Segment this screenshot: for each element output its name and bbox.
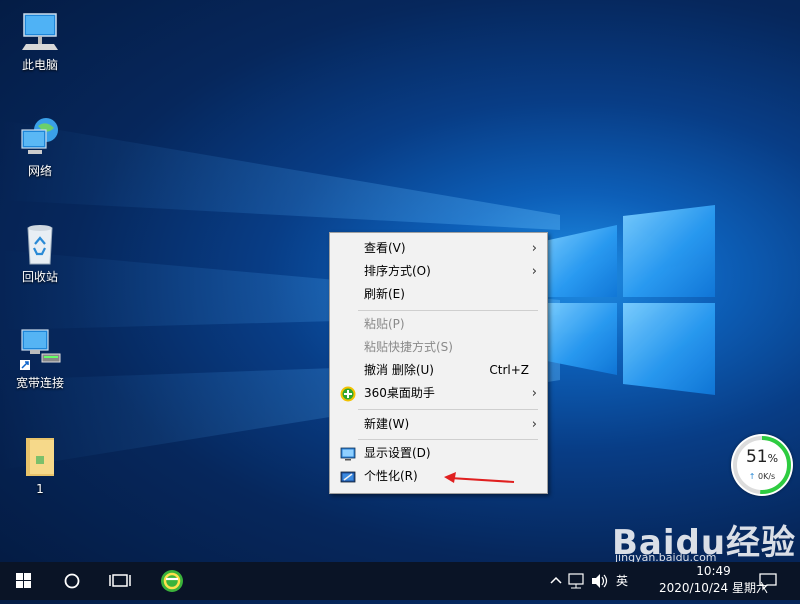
start-button[interactable]	[0, 562, 48, 600]
display-settings-icon	[340, 446, 356, 462]
taskbar-app-360-browser[interactable]	[148, 562, 196, 600]
speaker-icon	[592, 574, 608, 588]
desktop-icon-broadband[interactable]: 宽带连接	[8, 328, 72, 390]
chevron-right-icon: ›	[531, 264, 537, 279]
menu-item-paste-shortcut: 粘贴快捷方式(S)	[330, 336, 547, 359]
desktop-context-menu: 查看(V) › 排序方式(O) › 刷新(E) 粘贴(P) 粘贴快捷方式(S) …	[329, 232, 548, 494]
chevron-right-icon: ›	[531, 386, 537, 401]
broadband-connection-icon	[18, 328, 62, 372]
desktop-icon-this-pc[interactable]: 此电脑	[8, 10, 72, 72]
personalize-icon	[340, 469, 356, 485]
cortana-button[interactable]	[48, 562, 96, 600]
menu-separator	[358, 439, 538, 440]
network-icon	[18, 116, 62, 160]
desktop-icon-recycle-bin[interactable]: 回收站	[8, 222, 72, 284]
menu-item-360-assistant[interactable]: 360桌面助手 ›	[330, 382, 547, 405]
tray-network-button[interactable]	[566, 562, 588, 600]
recycle-bin-icon	[18, 222, 62, 266]
desktop-icon-label: 此电脑	[21, 58, 58, 72]
annotation-arrow-icon	[444, 472, 515, 483]
baidu-watermark: Baidu经验 jingyan.baidu.com	[612, 515, 797, 564]
clock-date: 2020/10/24 星期六	[659, 581, 768, 595]
menu-item-label: 新建(W)	[364, 417, 410, 431]
taskbar: 英 10:49 2020/10/24 星期六	[0, 562, 800, 600]
action-center-button[interactable]	[756, 562, 780, 600]
folder-icon	[18, 434, 62, 478]
menu-item-shortcut: Ctrl+Z	[489, 363, 529, 377]
chevron-right-icon: ›	[531, 417, 537, 432]
menu-item-label: 360桌面助手	[364, 386, 435, 400]
notification-icon	[759, 573, 777, 591]
desktop-icon-label: 回收站	[21, 270, 58, 284]
menu-item-label: 显示设置(D)	[364, 446, 431, 460]
task-view-button[interactable]	[96, 562, 144, 600]
gauge-percent: 51%	[745, 447, 779, 467]
menu-item-paste: 粘贴(P)	[330, 313, 547, 336]
computer-icon	[18, 10, 62, 54]
cortana-circle-icon	[64, 573, 80, 589]
windows-start-icon	[16, 573, 31, 588]
desktop-icon-network[interactable]: 网络	[8, 116, 72, 178]
menu-separator	[358, 409, 538, 410]
menu-item-label: 刷新(E)	[364, 287, 405, 301]
desktop-icon-folder[interactable]: 1	[8, 434, 72, 496]
menu-item-undo-delete[interactable]: 撤消 删除(U) Ctrl+Z	[330, 359, 547, 382]
desktop-icon-label: 网络	[27, 164, 52, 178]
menu-item-label: 粘贴(P)	[364, 317, 405, 331]
windows-wallpaper-logo	[545, 205, 720, 405]
task-view-icon	[109, 574, 131, 587]
desktop-icon-label: 宽带连接	[15, 376, 64, 390]
gauge-speed: ↑ 0K/s	[748, 472, 776, 481]
menu-item-label: 撤消 删除(U)	[364, 363, 434, 377]
menu-item-label: 粘贴快捷方式(S)	[364, 340, 453, 354]
chevron-right-icon: ›	[531, 241, 537, 256]
menu-item-label: 查看(V)	[364, 241, 406, 255]
clock-time: 10:49	[696, 564, 731, 578]
menu-item-display-settings[interactable]: 显示设置(D)	[330, 442, 547, 465]
menu-item-sort-by[interactable]: 排序方式(O) ›	[330, 260, 547, 283]
360-assistant-icon	[340, 386, 356, 402]
network-tray-icon	[568, 573, 584, 589]
desktop-icon-label: 1	[36, 482, 44, 496]
upload-arrow-icon: ↑	[748, 472, 756, 481]
ime-indicator[interactable]: 英	[612, 562, 632, 600]
network-speed-widget[interactable]: 51% ↑ 0K/s	[731, 434, 793, 496]
menu-item-view[interactable]: 查看(V) ›	[330, 237, 547, 260]
360-browser-icon	[161, 570, 183, 592]
menu-separator	[358, 310, 538, 311]
menu-item-new[interactable]: 新建(W) ›	[330, 413, 547, 436]
menu-item-label: 个性化(R)	[364, 469, 418, 483]
menu-item-refresh[interactable]: 刷新(E)	[330, 283, 547, 306]
taskbar-clock[interactable]: 10:49 2020/10/24 星期六	[659, 563, 768, 597]
menu-item-label: 排序方式(O)	[364, 264, 431, 278]
tray-volume-button[interactable]	[588, 562, 610, 600]
